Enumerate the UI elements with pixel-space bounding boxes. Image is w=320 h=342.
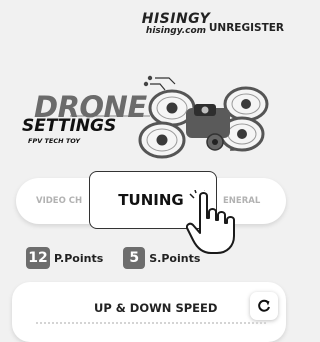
- divider: [36, 322, 266, 324]
- s-points-label: S.Points: [149, 251, 201, 265]
- brand-logo: HISINGY hisingy.com: [136, 12, 216, 36]
- logo-url: hisingy.com: [145, 26, 207, 36]
- points-row: 12 P.Points 5 S.Points: [26, 247, 200, 269]
- up-down-speed-card: UP & DOWN SPEED: [12, 282, 286, 342]
- p-points-value: 12: [26, 247, 50, 269]
- s-points-value: 5: [123, 247, 146, 269]
- speed-title: UP & DOWN SPEED: [94, 301, 218, 315]
- unregister-button[interactable]: UNREGISTER: [209, 22, 284, 34]
- brand-tagline: FPV TECH TOY: [28, 137, 81, 145]
- tab-video-ch[interactable]: VIDEO CH: [36, 196, 82, 206]
- logo-wordmark: HISINGY: [141, 11, 211, 27]
- reset-icon: [258, 299, 270, 312]
- reset-button[interactable]: [250, 292, 278, 320]
- brand-subtitle: SETTINGS: [22, 116, 117, 136]
- p-points-label: P.Points: [54, 251, 104, 265]
- header: HISINGY hisingy.com UNREGISTER: [0, 0, 292, 60]
